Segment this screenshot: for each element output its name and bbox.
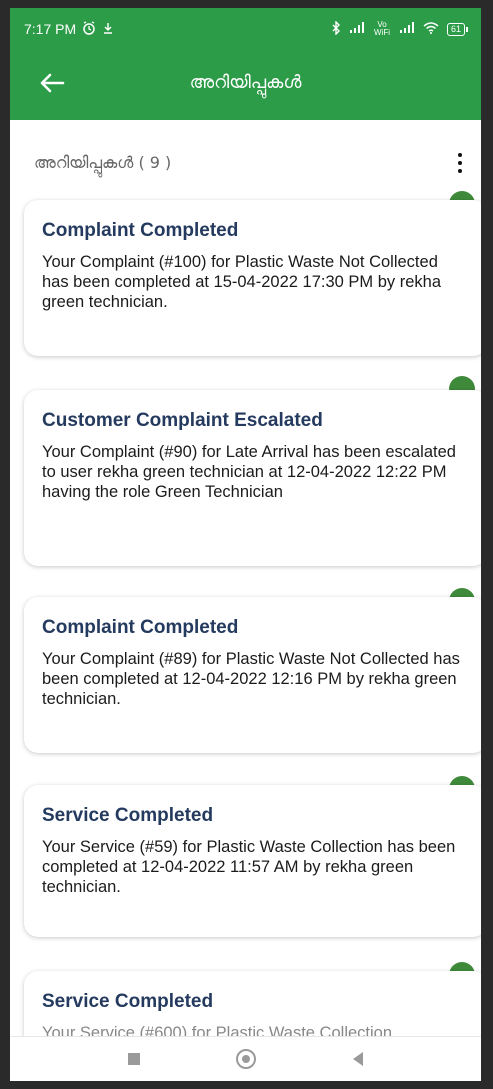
signal-icon-2 xyxy=(399,21,415,37)
home-circle-icon xyxy=(235,1049,256,1069)
download-icon xyxy=(102,21,114,37)
square-icon xyxy=(127,1053,140,1065)
signal-icon xyxy=(349,21,365,37)
notifications-header: അറിയിപ്പുകൾ ( 9 ) xyxy=(10,120,481,200)
more-vertical-icon-dot xyxy=(458,161,462,165)
notification-title: Service Completed xyxy=(42,991,214,1012)
more-vertical-icon-dot xyxy=(458,153,462,157)
page-title: അറിയിപ്പുകൾ xyxy=(189,72,302,93)
wifi-icon xyxy=(423,21,439,37)
more-options-button[interactable] xyxy=(445,146,475,180)
battery-icon: 61 xyxy=(446,22,469,36)
notification-card[interactable]: Service Completed Your Service (#59) for… xyxy=(24,785,481,937)
notification-card[interactable]: Complaint Completed Your Complaint (#89)… xyxy=(24,597,481,753)
notification-title: Customer Complaint Escalated xyxy=(42,410,323,431)
vo-wifi-label: Vo WiFi xyxy=(373,20,390,37)
notification-body: Your Complaint (#100) for Plastic Waste … xyxy=(42,253,442,311)
notification-title: Complaint Completed xyxy=(42,220,239,241)
status-bar-left: 7:17 PM xyxy=(24,20,114,38)
notification-card[interactable]: Customer Complaint Escalated Your Compla… xyxy=(24,390,481,566)
bluetooth-icon xyxy=(331,19,341,38)
notifications-count-title: അറിയിപ്പുകൾ ( 9 ) xyxy=(34,153,172,172)
system-back-button[interactable] xyxy=(347,1048,369,1070)
notification-title: Complaint Completed xyxy=(42,617,239,638)
notification-title: Service Completed xyxy=(42,805,214,826)
app-bar: അറിയിപ്പുകൾ xyxy=(10,50,481,120)
status-bar: 7:17 PM Vo WiFi 61 xyxy=(10,8,481,50)
status-bar-right: Vo WiFi 61 xyxy=(331,19,469,38)
notification-card[interactable]: Complaint Completed Your Complaint (#100… xyxy=(24,200,481,356)
status-time: 7:17 PM xyxy=(24,21,77,37)
notification-body: Your Complaint (#90) for Late Arrival ha… xyxy=(42,443,456,501)
system-nav-bar xyxy=(10,1036,481,1081)
more-vertical-icon-dot xyxy=(458,169,462,173)
recents-button[interactable] xyxy=(123,1048,145,1070)
notification-body: Your Service (#59) for Plastic Waste Col… xyxy=(42,838,456,896)
triangle-back-icon xyxy=(352,1052,363,1066)
app-screen: 7:17 PM Vo WiFi 61 അറിയിപ്പുകൾ അറിയിപ്പു… xyxy=(10,8,481,1081)
notification-body: Your Complaint (#89) for Plastic Waste N… xyxy=(42,650,460,708)
home-button[interactable] xyxy=(235,1048,257,1070)
alarm-icon xyxy=(82,20,96,38)
